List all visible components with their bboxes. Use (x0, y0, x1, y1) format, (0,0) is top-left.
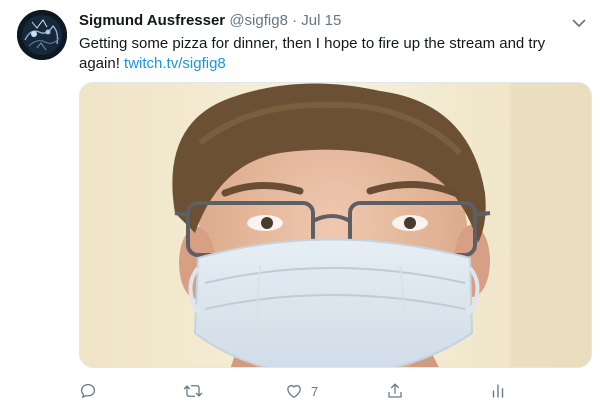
retweet-icon (183, 382, 203, 400)
analytics-icon (489, 382, 507, 400)
chevron-down-icon[interactable] (568, 12, 590, 34)
retweet-button[interactable] (183, 378, 203, 404)
stream-link[interactable]: twitch.tv/sigfig8 (124, 55, 226, 72)
reply-button[interactable] (79, 378, 97, 404)
like-count: 7 (311, 383, 319, 399)
tweet-card[interactable]: Sigmund Ausfresser @sigfig8 · Jul 15 Get… (0, 0, 600, 410)
separator-dot: · (292, 12, 298, 29)
tweet-header: Sigmund Ausfresser @sigfig8 · Jul 15 (79, 11, 560, 31)
author-name[interactable]: Sigmund Ausfresser (79, 12, 225, 29)
like-button[interactable]: 7 (285, 378, 318, 404)
share-button[interactable] (386, 378, 404, 404)
reply-icon (79, 382, 97, 400)
tweet-date[interactable]: Jul 15 (301, 12, 341, 29)
action-bar: 7 (79, 378, 519, 404)
tweet-text: Getting some pizza for dinner, then I ho… (79, 34, 579, 74)
selfie-photo (80, 83, 591, 367)
author-handle[interactable]: @sigfig8 (229, 12, 288, 29)
avatar-image (17, 10, 67, 60)
analytics-button[interactable] (489, 378, 507, 404)
tweet-photo[interactable] (79, 82, 592, 368)
avatar[interactable] (17, 10, 67, 60)
heart-icon (285, 382, 303, 400)
share-icon (386, 382, 404, 400)
